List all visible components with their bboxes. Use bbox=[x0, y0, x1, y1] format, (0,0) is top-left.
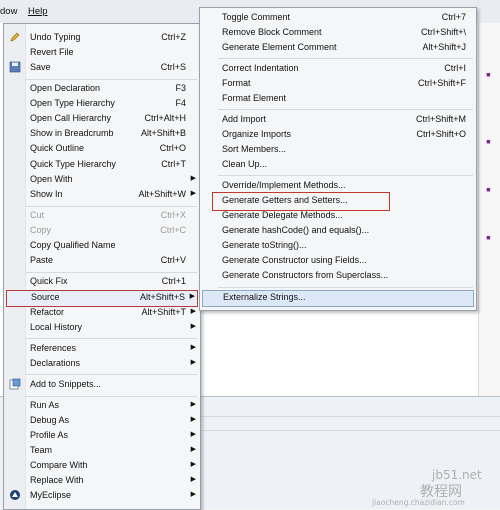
menu-item-open-type-hierarchy[interactable]: Open Type Hierarchy F4 bbox=[4, 97, 200, 112]
snippet-icon bbox=[9, 378, 21, 390]
submenu-item-generate-hashcode-equals[interactable]: Generate hashCode() and equals()... bbox=[200, 224, 476, 239]
menu-item-copy[interactable]: Copy Ctrl+C bbox=[4, 224, 200, 239]
menu-item-quick-type-hierarchy[interactable]: Quick Type Hierarchy Ctrl+T bbox=[4, 158, 200, 173]
menu-item-myeclipse[interactable]: MyEclipse ▶ bbox=[4, 489, 200, 504]
submenu-arrow-icon: ▶ bbox=[190, 476, 196, 483]
submenu-arrow-icon: ▶ bbox=[190, 323, 196, 330]
menu-item-compare-with[interactable]: Compare With ▶ bbox=[4, 459, 200, 474]
save-icon bbox=[9, 61, 21, 73]
submenu-item-generate-constructors-superclass[interactable]: Generate Constructors from Superclass... bbox=[200, 269, 476, 284]
menu-item-show-in[interactable]: Show In Alt+Shift+W ▶ bbox=[4, 188, 200, 203]
submenu-arrow-icon: ▶ bbox=[190, 431, 196, 438]
menu-item-copy-qualified-name[interactable]: Copy Qualified Name bbox=[4, 239, 200, 254]
menu-item-revert-file[interactable]: Revert File bbox=[4, 46, 200, 61]
menu-item-team[interactable]: Team ▶ bbox=[4, 444, 200, 459]
menu-item-open-declaration[interactable]: Open Declaration F3 bbox=[4, 82, 200, 97]
submenu-item-format-element[interactable]: Format Element bbox=[200, 92, 476, 107]
submenu-item-generate-element-comment[interactable]: Generate Element Comment Alt+Shift+J bbox=[200, 41, 476, 56]
submenu-item-generate-constructor-fields[interactable]: Generate Constructor using Fields... bbox=[200, 254, 476, 269]
menu-item-references[interactable]: References ▶ bbox=[4, 342, 200, 357]
menu-item-quick-outline[interactable]: Quick Outline Ctrl+O bbox=[4, 142, 200, 157]
submenu-item-generate-tostring[interactable]: Generate toString()... bbox=[200, 239, 476, 254]
menu-item-profile-as[interactable]: Profile As ▶ bbox=[4, 429, 200, 444]
menu-item-paste[interactable]: Paste Ctrl+V bbox=[4, 254, 200, 269]
submenu-arrow-icon: ▶ bbox=[190, 491, 196, 498]
submenu-item-generate-delegate-methods[interactable]: Generate Delegate Methods... bbox=[200, 209, 476, 224]
menu-item-open-call-hierarchy[interactable]: Open Call Hierarchy Ctrl+Alt+H bbox=[4, 112, 200, 127]
submenu-item-sort-members[interactable]: Sort Members... bbox=[200, 143, 476, 158]
menu-separator bbox=[26, 338, 197, 339]
menu-separator bbox=[218, 175, 473, 176]
submenu-arrow-icon: ▶ bbox=[190, 175, 196, 182]
submenu-item-toggle-comment[interactable]: Toggle Comment Ctrl+7 bbox=[200, 11, 476, 26]
menu-item-show-in-breadcrumb[interactable]: Show in Breadcrumb Alt+Shift+B bbox=[4, 127, 200, 142]
menu-separator bbox=[218, 287, 473, 288]
submenu-arrow-icon: ▶ bbox=[189, 293, 195, 300]
menu-separator bbox=[26, 272, 197, 273]
context-menu: Undo Typing Ctrl+Z Revert File Save Ctrl… bbox=[3, 23, 201, 510]
menu-separator bbox=[218, 109, 473, 110]
menu-item-quick-fix[interactable]: Quick Fix Ctrl+1 bbox=[4, 275, 200, 290]
menu-item-debug-as[interactable]: Debug As ▶ bbox=[4, 414, 200, 429]
submenu-arrow-icon: ▶ bbox=[190, 446, 196, 453]
menu-item-undo-typing[interactable]: Undo Typing Ctrl+Z bbox=[4, 31, 200, 46]
menu-separator bbox=[26, 374, 197, 375]
marker-icon: ▪ bbox=[486, 229, 491, 245]
submenu-item-organize-imports[interactable]: Organize Imports Ctrl+Shift+O bbox=[200, 128, 476, 143]
submenu-arrow-icon: ▶ bbox=[190, 461, 196, 468]
menu-item-open-with[interactable]: Open With ▶ bbox=[4, 173, 200, 188]
divider bbox=[200, 430, 500, 431]
submenu-arrow-icon: ▶ bbox=[190, 416, 196, 423]
menu-separator bbox=[218, 58, 473, 59]
marker-icon: ▪ bbox=[486, 66, 491, 82]
menu-separator bbox=[26, 206, 197, 207]
menu-separator bbox=[26, 396, 197, 397]
menu-separator bbox=[26, 79, 197, 80]
divider bbox=[200, 416, 500, 417]
marker-icon: ▪ bbox=[486, 181, 491, 197]
menu-item-source[interactable]: Source Alt+Shift+S ▶ bbox=[6, 290, 198, 307]
submenu-arrow-icon: ▶ bbox=[190, 359, 196, 366]
submenu-arrow-icon: ▶ bbox=[190, 190, 196, 197]
watermark-domain: jiaocheng.chazidian.com bbox=[372, 498, 465, 507]
menu-item-declarations[interactable]: Declarations ▶ bbox=[4, 357, 200, 372]
submenu-arrow-icon: ▶ bbox=[190, 344, 196, 351]
pencil-icon bbox=[10, 32, 20, 42]
submenu-item-remove-block-comment[interactable]: Remove Block Comment Ctrl+Shift+\ bbox=[200, 26, 476, 41]
menu-item-local-history[interactable]: Local History ▶ bbox=[4, 321, 200, 336]
menu-item-run-as[interactable]: Run As ▶ bbox=[4, 399, 200, 414]
submenu-item-add-import[interactable]: Add Import Ctrl+Shift+M bbox=[200, 113, 476, 128]
submenu-item-clean-up[interactable]: Clean Up... bbox=[200, 158, 476, 173]
menu-item-replace-with[interactable]: Replace With ▶ bbox=[4, 474, 200, 489]
menu-item-save[interactable]: Save Ctrl+S bbox=[4, 61, 200, 76]
submenu-item-correct-indentation[interactable]: Correct Indentation Ctrl+I bbox=[200, 62, 476, 77]
submenu-arrow-icon: ▶ bbox=[190, 401, 196, 408]
submenu-item-externalize-strings[interactable]: Externalize Strings... bbox=[202, 290, 474, 307]
menu-item-refactor[interactable]: Refactor Alt+Shift+T ▶ bbox=[4, 306, 200, 321]
menu-window[interactable]: dow bbox=[0, 6, 17, 17]
source-submenu: Toggle Comment Ctrl+7 Remove Block Comme… bbox=[199, 7, 477, 311]
marker-icon: ▪ bbox=[486, 133, 491, 149]
menu-help[interactable]: Help bbox=[28, 6, 48, 17]
submenu-arrow-icon: ▶ bbox=[190, 308, 196, 315]
menu-item-cut[interactable]: Cut Ctrl+X bbox=[4, 209, 200, 224]
myeclipse-icon bbox=[10, 490, 20, 500]
watermark-url: jb51.net bbox=[432, 468, 482, 482]
menu-item-add-to-snippets[interactable]: Add to Snippets... bbox=[4, 378, 200, 393]
submenu-item-format[interactable]: Format Ctrl+Shift+F bbox=[200, 77, 476, 92]
